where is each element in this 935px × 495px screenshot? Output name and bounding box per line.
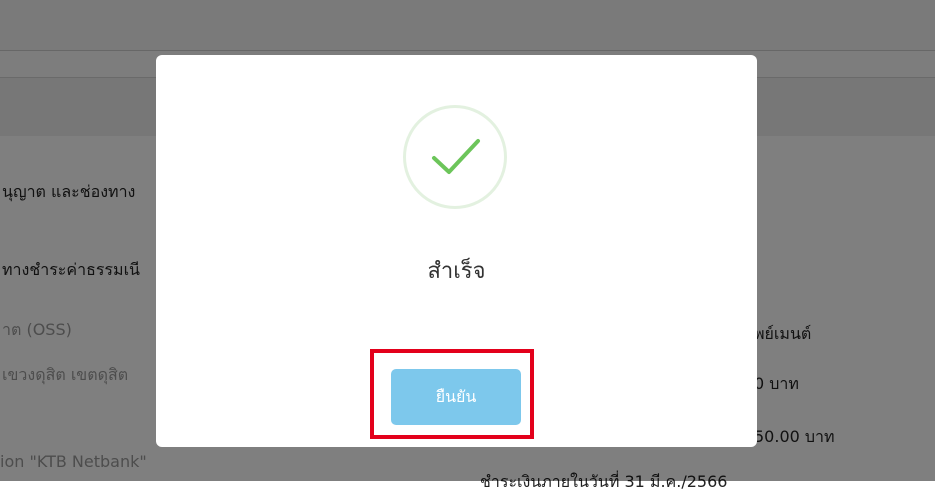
success-dialog: สำเร็จ ยืนยัน (156, 55, 757, 447)
success-circle (403, 105, 507, 209)
confirm-button[interactable]: ยืนยัน (391, 369, 521, 425)
checkmark-icon (432, 139, 480, 174)
dialog-title: สำเร็จ (427, 259, 486, 284)
